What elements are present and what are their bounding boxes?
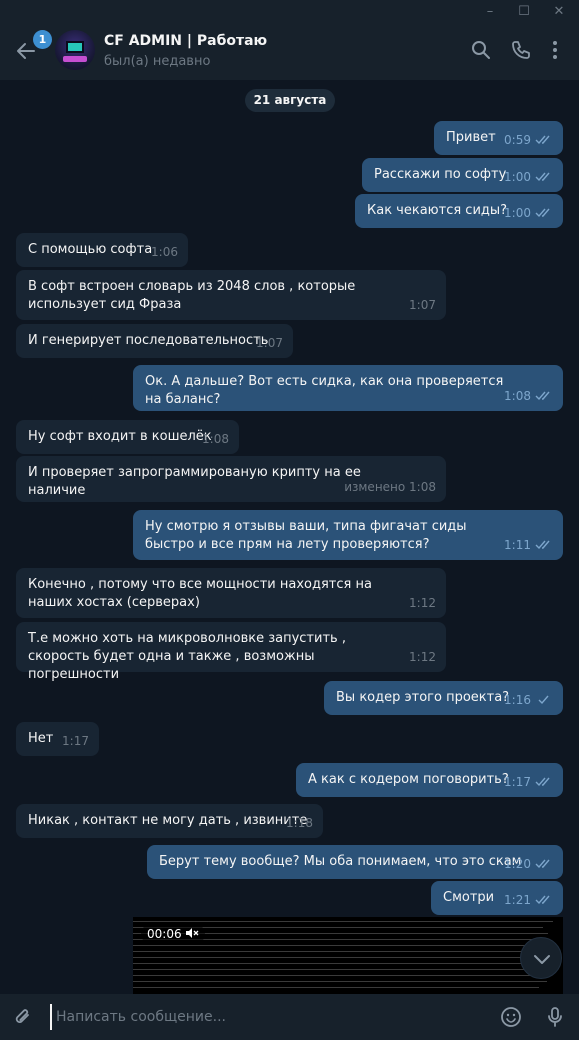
message-text: Никак , контакт не могу дать , извините bbox=[28, 813, 308, 828]
phone-icon[interactable] bbox=[510, 39, 532, 61]
scroll-down-button[interactable] bbox=[520, 937, 562, 979]
message-outgoing[interactable]: Вы кодер этого проекта? 1:16 bbox=[324, 681, 563, 715]
message-incoming[interactable]: Нет 1:17 bbox=[16, 722, 99, 756]
message-outgoing[interactable]: Привет 0:59 bbox=[434, 121, 563, 155]
message-text: Берут тему вообще? Мы оба понимаем, что … bbox=[159, 854, 522, 869]
single-check-icon bbox=[538, 695, 549, 705]
message-outgoing[interactable]: Ну смотрю я отзывы ваши, типа фигачат си… bbox=[133, 510, 563, 560]
double-check-icon bbox=[535, 777, 550, 787]
double-check-icon bbox=[535, 895, 550, 905]
chat-header: 1 CF ADMIN | Работаю был(а) недавно bbox=[0, 24, 579, 80]
chevron-down-icon bbox=[534, 955, 550, 964]
message-text: Конечно , потому что все мощности находя… bbox=[28, 577, 372, 610]
message-text: Нет bbox=[28, 731, 54, 746]
message-incoming[interactable]: И проверяет запрограммированую крипту на… bbox=[16, 456, 446, 502]
video-duration: 00:06 bbox=[141, 924, 206, 944]
double-check-icon bbox=[535, 208, 550, 218]
message-time: 1:17 bbox=[62, 734, 89, 748]
unread-badge: 1 bbox=[33, 30, 52, 49]
message-time: 0:59 bbox=[504, 133, 531, 147]
message-text: В софт встроен словарь из 2048 слов , ко… bbox=[28, 279, 356, 312]
message-incoming[interactable]: Ну софт входит в кошелёк 1:08 bbox=[16, 420, 239, 454]
emoji-icon[interactable] bbox=[500, 1006, 522, 1028]
message-incoming[interactable]: И генерирует последовательность 1:07 bbox=[16, 324, 293, 358]
message-time: 1:08 bbox=[504, 389, 531, 403]
message-time: 1:07 bbox=[409, 298, 436, 312]
message-outgoing[interactable]: Расскажи по софту 1:00 bbox=[362, 158, 563, 192]
double-check-icon bbox=[535, 135, 550, 145]
message-incoming[interactable]: Т.е можно хоть на микроволновке запустит… bbox=[16, 622, 446, 682]
message-time: 1:06 bbox=[151, 245, 178, 259]
message-time: 1:20 bbox=[504, 857, 531, 871]
message-outgoing[interactable]: А как с кодером поговорить? 1:17 bbox=[296, 763, 563, 797]
message-outgoing[interactable]: Смотри 1:21 bbox=[431, 881, 563, 915]
message-incoming[interactable]: Конечно , потому что все мощности находя… bbox=[16, 568, 446, 618]
message-text: Смотри bbox=[443, 890, 495, 905]
speaker-muted-icon[interactable] bbox=[185, 927, 199, 939]
message-outgoing[interactable]: Ок. А дальше? Вот есть сидка, как она пр… bbox=[133, 365, 563, 411]
message-composer bbox=[0, 994, 579, 1040]
message-time: 1:18 bbox=[286, 816, 313, 830]
message-input[interactable] bbox=[50, 1004, 470, 1030]
maximize-icon[interactable]: ☐ bbox=[515, 3, 533, 21]
message-text: С помощью софта bbox=[28, 242, 153, 257]
double-check-icon bbox=[535, 172, 550, 182]
message-text: Т.е можно хоть на микроволновке запустит… bbox=[28, 631, 346, 682]
message-time: 1:00 bbox=[504, 206, 531, 220]
message-time: изменено 1:08 bbox=[344, 480, 436, 494]
attach-icon[interactable] bbox=[12, 1006, 34, 1028]
message-incoming[interactable]: В софт встроен словарь из 2048 слов , ко… bbox=[16, 270, 446, 320]
double-check-icon bbox=[535, 540, 550, 550]
chat-status: был(а) недавно bbox=[104, 54, 211, 69]
message-time: 1:21 bbox=[504, 893, 531, 907]
double-check-icon bbox=[535, 859, 550, 869]
more-vert-icon[interactable] bbox=[544, 39, 566, 61]
double-check-icon bbox=[535, 391, 550, 401]
message-text: Ок. А дальше? Вот есть сидка, как она пр… bbox=[145, 374, 504, 407]
message-time: 1:16 bbox=[504, 693, 531, 707]
message-time: 1:07 bbox=[256, 336, 283, 350]
message-incoming[interactable]: Никак , контакт не могу дать , извините … bbox=[16, 804, 323, 838]
search-icon[interactable] bbox=[470, 39, 492, 61]
message-text: Вы кодер этого проекта? bbox=[336, 690, 510, 705]
message-outgoing[interactable]: Как чекаются сиды? 1:00 bbox=[355, 194, 563, 228]
message-text: Ну смотрю я отзывы ваши, типа фигачат си… bbox=[145, 519, 467, 552]
video-message[interactable]: 00:06 bbox=[133, 917, 563, 995]
message-text: И генерирует последовательность bbox=[28, 333, 269, 348]
message-text: Расскажи по софту bbox=[374, 167, 507, 182]
message-time: 1:17 bbox=[504, 775, 531, 789]
avatar[interactable] bbox=[55, 30, 95, 70]
minimize-icon[interactable]: – bbox=[481, 3, 499, 21]
message-time: 1:12 bbox=[409, 596, 436, 610]
message-text: Как чекаются сиды? bbox=[367, 203, 508, 218]
close-icon[interactable]: ✕ bbox=[550, 3, 568, 21]
mic-icon[interactable] bbox=[544, 1006, 566, 1028]
message-time: 1:12 bbox=[409, 650, 436, 664]
message-text: Ну софт входит в кошелёк bbox=[28, 429, 212, 444]
message-incoming[interactable]: С помощью софта 1:06 bbox=[16, 233, 188, 267]
message-time: 1:08 bbox=[202, 432, 229, 446]
message-text: И проверяет запрограммированую крипту на… bbox=[28, 465, 361, 498]
message-outgoing[interactable]: Берут тему вообще? Мы оба понимаем, что … bbox=[147, 845, 563, 879]
message-text: Привет bbox=[446, 130, 496, 145]
window-titlebar: – ☐ ✕ bbox=[0, 0, 579, 24]
message-time: 1:00 bbox=[504, 170, 531, 184]
date-separator: 21 августа bbox=[245, 89, 335, 112]
message-time: 1:11 bbox=[504, 538, 531, 552]
message-text: А как с кодером поговорить? bbox=[308, 772, 509, 787]
chat-title[interactable]: CF ADMIN | Работаю bbox=[104, 33, 267, 49]
